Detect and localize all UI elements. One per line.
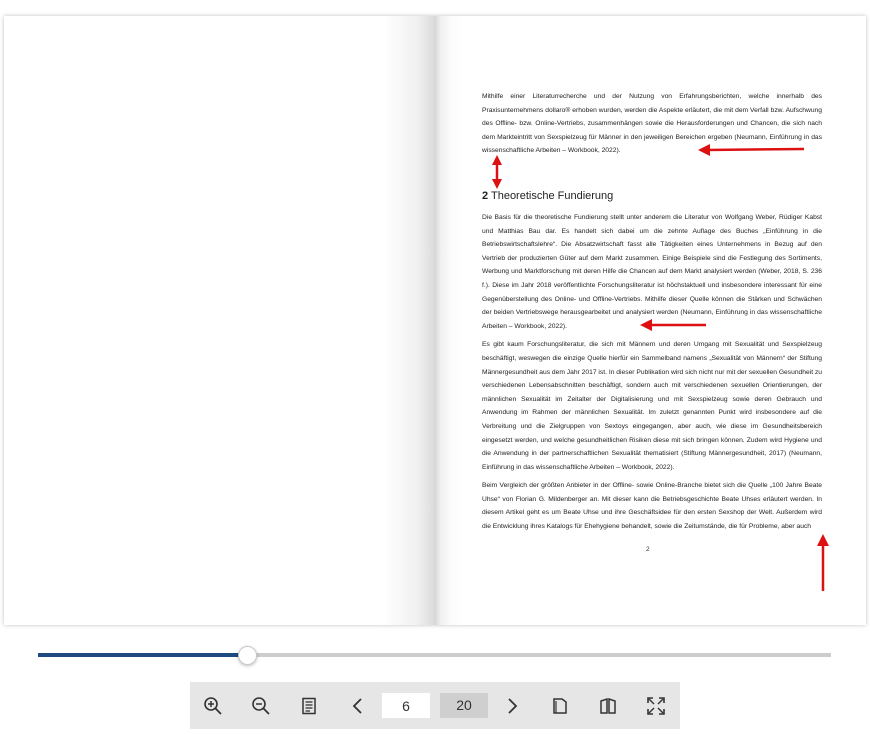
zoom-in-icon bbox=[204, 697, 222, 715]
zoom-out-icon bbox=[252, 697, 270, 715]
annotation-arrows bbox=[492, 144, 829, 591]
viewer-toolbar: 20 bbox=[190, 682, 680, 729]
total-pages: 20 bbox=[440, 693, 488, 718]
left-page[interactable] bbox=[4, 16, 434, 625]
chevron-right-icon bbox=[508, 698, 518, 714]
current-page-input[interactable] bbox=[382, 693, 430, 718]
next-page-button[interactable] bbox=[494, 688, 530, 724]
arrow-horizontal-2 bbox=[640, 319, 706, 331]
zoom-out-button[interactable] bbox=[243, 688, 279, 724]
fullscreen-button[interactable] bbox=[638, 688, 674, 724]
page-slider[interactable] bbox=[38, 644, 831, 666]
arrow-vertical-double bbox=[492, 155, 502, 189]
slider-fill bbox=[38, 653, 247, 657]
right-page[interactable]: Mithilfe einer Literaturrecherche und de… bbox=[434, 16, 866, 625]
zoom-in-button[interactable] bbox=[195, 688, 231, 724]
previous-page-button[interactable] bbox=[340, 688, 376, 724]
arrow-vertical-up bbox=[817, 534, 829, 591]
fullscreen-icon bbox=[647, 697, 665, 715]
single-page-view-button[interactable] bbox=[542, 688, 578, 724]
book-spread[interactable]: Mithilfe einer Literaturrecherche und de… bbox=[4, 16, 866, 625]
table-of-contents-icon bbox=[302, 697, 316, 715]
arrow-horizontal-1 bbox=[698, 144, 805, 156]
double-page-view-button[interactable] bbox=[590, 688, 626, 724]
slider-thumb[interactable] bbox=[237, 646, 257, 665]
double-page-icon bbox=[600, 697, 616, 714]
chevron-left-icon bbox=[352, 698, 362, 714]
table-of-contents-button[interactable] bbox=[291, 688, 327, 724]
flipbook-viewer: Mithilfe einer Literaturrecherche und de… bbox=[0, 0, 870, 735]
single-page-icon bbox=[553, 698, 567, 714]
